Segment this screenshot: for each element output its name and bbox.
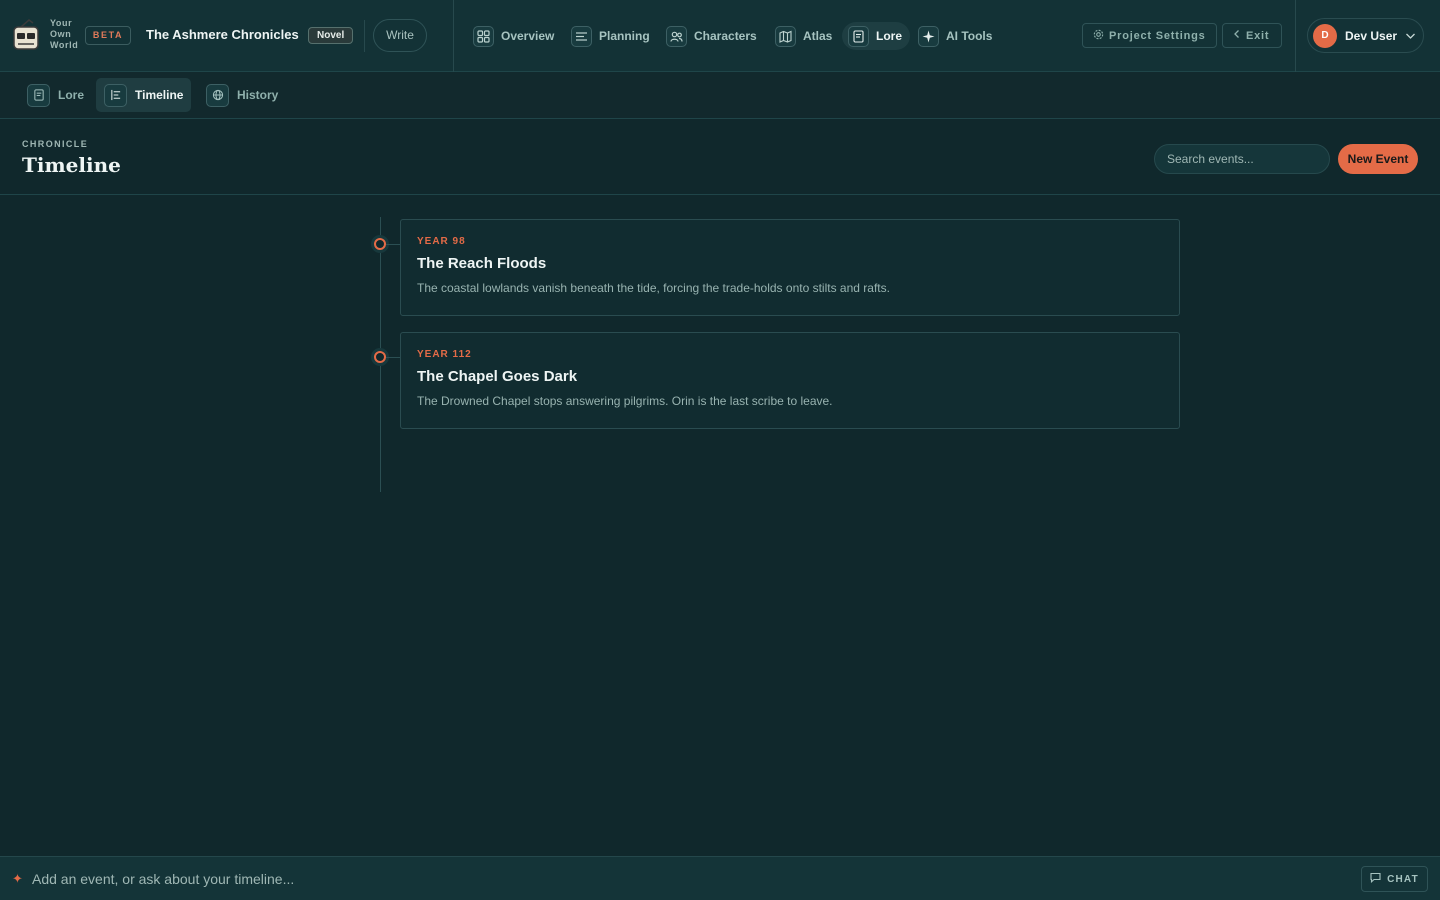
top-header: Your Own World BETA The Ashmere Chronicl…	[0, 0, 1440, 72]
subtab-label: Timeline	[135, 88, 184, 102]
gear-icon	[1093, 29, 1104, 43]
page-eyebrow: CHRONICLE	[22, 139, 89, 149]
nav-label: Planning	[599, 29, 650, 43]
list-icon	[571, 25, 592, 47]
book-icon	[27, 83, 50, 107]
nav-label: Characters	[694, 29, 757, 43]
brand-line: Own	[50, 29, 72, 39]
write-button[interactable]: Write	[373, 19, 427, 52]
event-title: The Chapel Goes Dark	[417, 368, 578, 385]
divider	[364, 20, 365, 52]
event-title: The Reach Floods	[417, 255, 547, 272]
subtab-timeline[interactable]: Timeline	[96, 78, 192, 112]
timeline-event-card[interactable]: YEAR 98 The Reach Floods The coastal low…	[400, 219, 1180, 316]
divider	[1295, 0, 1296, 72]
event-description: The Drowned Chapel stops answering pilgr…	[417, 394, 833, 408]
exit-label: Exit	[1246, 29, 1270, 42]
event-year: YEAR 98	[417, 236, 466, 247]
sparkle-icon	[918, 25, 939, 47]
logo-icon	[13, 19, 39, 50]
globe-icon	[206, 83, 229, 107]
users-icon	[666, 25, 687, 47]
book-icon	[848, 25, 869, 47]
divider	[453, 0, 454, 72]
chevron-down-icon	[1405, 27, 1416, 45]
nav-label: AI Tools	[946, 29, 993, 43]
search-input[interactable]	[1154, 144, 1330, 174]
nav-label: Lore	[876, 29, 903, 43]
chat-button-label: CHAT	[1387, 873, 1419, 885]
timeline-marker	[374, 351, 386, 363]
nav-lore[interactable]: Lore	[842, 22, 911, 50]
timeline-icon	[104, 83, 127, 107]
exit-button[interactable]: Exit	[1222, 23, 1282, 48]
nav-overview[interactable]: Overview	[473, 22, 554, 50]
grid-icon	[473, 25, 494, 47]
project-title[interactable]: The Ashmere Chronicles	[146, 27, 299, 42]
timeline-connector	[386, 244, 400, 245]
subtab-lore[interactable]: Lore	[19, 78, 92, 112]
chat-button[interactable]: CHAT	[1361, 866, 1428, 892]
event-description: The coastal lowlands vanish beneath the …	[417, 281, 890, 295]
timeline-marker	[374, 238, 386, 250]
user-name: Dev User	[1345, 28, 1398, 43]
user-menu[interactable]: D Dev User	[1307, 18, 1424, 53]
nav-label: Atlas	[803, 29, 833, 43]
subtab-history[interactable]: History	[198, 78, 286, 112]
sparkle-icon: ✦	[12, 871, 23, 886]
brand-line: World	[50, 40, 79, 50]
avatar: D	[1313, 23, 1337, 48]
nav-planning[interactable]: Planning	[571, 22, 650, 50]
brand-name: Your Own World	[50, 18, 78, 51]
map-icon	[775, 25, 796, 47]
project-settings-button[interactable]: Project Settings	[1082, 23, 1217, 48]
page-title: Timeline	[22, 153, 121, 177]
chat-input[interactable]	[32, 865, 1332, 893]
nav-ai-tools[interactable]: AI Tools	[918, 22, 992, 50]
project-settings-label: Project Settings	[1109, 29, 1206, 42]
brand-line: Your	[50, 18, 73, 28]
nav-label: Overview	[501, 29, 555, 43]
subtab-bar: Lore Timeline History	[0, 72, 1440, 119]
subtab-label: Lore	[58, 88, 85, 102]
event-year: YEAR 112	[417, 349, 472, 360]
project-type-badge: Novel	[308, 27, 354, 44]
nav-atlas[interactable]: Atlas	[775, 22, 832, 50]
timeline-connector	[386, 357, 400, 358]
timeline-event-card[interactable]: YEAR 112 The Chapel Goes Dark The Drowne…	[400, 332, 1180, 429]
new-event-button[interactable]: New Event	[1338, 144, 1418, 174]
chat-bubble-icon	[1370, 872, 1381, 886]
subtab-label: History	[237, 88, 279, 102]
beta-badge: BETA	[85, 26, 131, 45]
chat-bar: ✦ CHAT	[0, 856, 1440, 900]
page-header: CHRONICLE Timeline New Event	[0, 119, 1440, 195]
app-logo[interactable]	[11, 17, 41, 53]
nav-characters[interactable]: Characters	[666, 22, 757, 50]
chevron-left-icon	[1233, 29, 1241, 42]
